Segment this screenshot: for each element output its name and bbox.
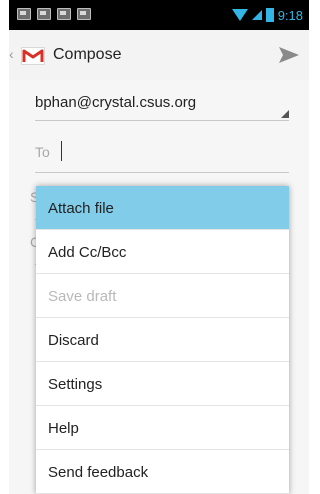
from-account-text: bphan@crystal.csus.org <box>35 94 197 111</box>
status-right: 9:18 <box>231 6 303 24</box>
menu-item-attach-file[interactable]: Attach file <box>36 186 289 230</box>
signal-icon <box>251 10 262 20</box>
mail-icon <box>57 8 71 20</box>
gmail-icon[interactable] <box>21 47 45 65</box>
page-title: Compose <box>53 46 122 63</box>
menu-item-label: Send feedback <box>48 464 149 481</box>
from-account-spinner[interactable]: bphan@crystal.csus.org <box>35 90 289 121</box>
wifi-icon <box>231 9 248 21</box>
spinner-corner-icon <box>281 110 289 118</box>
menu-item-label: Add Cc/Bcc <box>48 244 127 261</box>
status-time: 9:18 <box>277 7 303 23</box>
send-button[interactable] <box>275 42 303 68</box>
menu-item-label: Save draft <box>48 288 117 305</box>
status-bar: 9:18 <box>9 0 309 30</box>
menu-item-label: Discard <box>48 332 99 349</box>
menu-item-label: Help <box>48 420 79 437</box>
overflow-menu: Attach file Add Cc/Bcc Save draft Discar… <box>36 186 289 494</box>
menu-item-settings[interactable]: Settings <box>36 362 289 406</box>
check-icon <box>37 8 51 20</box>
send-icon <box>279 47 299 63</box>
image-icon <box>17 8 31 20</box>
menu-item-save-draft: Save draft <box>36 274 289 318</box>
menu-item-discard[interactable]: Discard <box>36 318 289 362</box>
download-icon <box>77 8 91 20</box>
menu-item-send-feedback[interactable]: Send feedback <box>36 450 289 494</box>
menu-item-help[interactable]: Help <box>36 406 289 450</box>
to-label: To <box>35 144 50 160</box>
text-cursor <box>61 141 62 161</box>
action-bar: ‹ Compose <box>9 30 309 80</box>
up-chevron-icon[interactable]: ‹ <box>9 47 14 61</box>
menu-item-label: Attach file <box>48 200 114 217</box>
menu-item-label: Settings <box>48 376 103 393</box>
to-field[interactable]: To <box>35 136 289 173</box>
battery-icon <box>265 8 274 22</box>
phone-screen: 9:18 ‹ Compose bphan@crystal.csus.org To… <box>9 0 309 494</box>
menu-item-add-cc-bcc[interactable]: Add Cc/Bcc <box>36 230 289 274</box>
